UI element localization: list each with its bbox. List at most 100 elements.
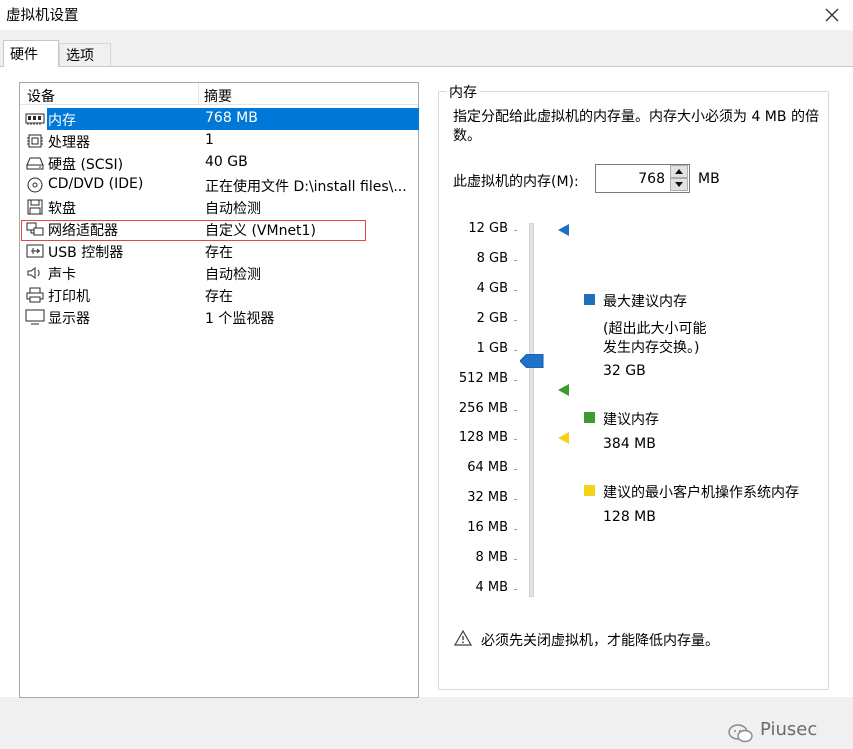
scale-tick-mark bbox=[514, 469, 517, 470]
memory-field-label: 此虚拟机的内存(M): bbox=[453, 174, 579, 190]
memory-description: 指定分配给此虚拟机的内存量。内存大小必须为 4 MB 的倍数。 bbox=[453, 109, 819, 144]
scale-tick-mark bbox=[514, 260, 517, 261]
printer-icon bbox=[25, 287, 45, 303]
device-summary: 768 MB bbox=[205, 110, 258, 126]
device-summary: 1 个监视器 bbox=[205, 311, 275, 327]
recommended-label: 建议内存 bbox=[603, 412, 659, 428]
device-list[interactable]: 设备 摘要 内存 768 MB 处理器 1 硬盘 (SCSI) 40 GB CD… bbox=[19, 82, 419, 698]
memory-group-title: 内存 bbox=[446, 82, 480, 102]
scale-tick-mark bbox=[514, 559, 517, 560]
scale-tick-mark bbox=[514, 320, 517, 321]
scale-tick-mark bbox=[514, 589, 517, 590]
tab-hardware[interactable]: 硬件 bbox=[3, 40, 59, 67]
device-summary: 存在 bbox=[205, 245, 233, 261]
scale-tick-label: 4 MB bbox=[475, 580, 508, 595]
tab-strip: 硬件 选项 bbox=[0, 40, 853, 67]
device-row-processor[interactable]: 处理器 1 bbox=[21, 130, 417, 152]
watermark-text: Piusec bbox=[760, 719, 818, 740]
display-icon bbox=[25, 309, 45, 325]
tab-options-label: 选项 bbox=[66, 48, 94, 64]
warning-text: 必须先关闭虚拟机，才能降低内存量。 bbox=[481, 633, 719, 649]
device-summary: 正在使用文件 D:\install files\... bbox=[205, 179, 407, 195]
memory-slider-track[interactable] bbox=[529, 223, 534, 597]
device-name: 打印机 bbox=[48, 289, 90, 305]
close-button[interactable] bbox=[821, 4, 843, 26]
spin-down-button[interactable] bbox=[670, 178, 688, 191]
device-summary: 自动检测 bbox=[205, 201, 261, 217]
column-header-device[interactable]: 设备 bbox=[27, 86, 55, 106]
scale-tick-label: 256 MB bbox=[458, 401, 508, 416]
sound-icon bbox=[25, 265, 45, 281]
scale-tick-label: 2 GB bbox=[476, 311, 508, 326]
caret-down-icon bbox=[675, 182, 683, 187]
scale-tick-mark bbox=[514, 439, 517, 440]
recommended-value: 384 MB bbox=[603, 436, 656, 452]
device-summary: 存在 bbox=[205, 289, 233, 305]
device-name: USB 控制器 bbox=[48, 245, 124, 261]
max-recommended-marker-icon bbox=[558, 224, 570, 240]
memory-input[interactable] bbox=[596, 165, 669, 192]
scale-tick-mark bbox=[514, 230, 517, 231]
wechat-watermark-icon bbox=[727, 723, 755, 749]
minimum-value: 128 MB bbox=[603, 509, 656, 525]
scale-tick-mark bbox=[514, 410, 517, 411]
device-name: 软盘 bbox=[48, 201, 76, 217]
device-row-cd-dvd[interactable]: CD/DVD (IDE) 正在使用文件 D:\install files\... bbox=[21, 174, 417, 196]
memory-slider-thumb[interactable] bbox=[519, 353, 544, 372]
device-name: 内存 bbox=[48, 113, 76, 129]
floppy-icon bbox=[25, 199, 45, 215]
list-header: 设备 摘要 bbox=[20, 83, 418, 105]
minimum-marker-icon bbox=[558, 432, 570, 448]
device-summary: 1 bbox=[205, 132, 214, 148]
warning-icon bbox=[453, 629, 473, 650]
cd-dvd-icon bbox=[25, 177, 45, 193]
max-recommended-note-line1: (超出此大小可能 bbox=[603, 321, 707, 337]
usb-icon bbox=[25, 243, 45, 259]
device-row-printer[interactable]: 打印机 存在 bbox=[21, 284, 417, 306]
memory-spinbox[interactable] bbox=[595, 164, 690, 193]
column-header-summary[interactable]: 摘要 bbox=[204, 86, 232, 106]
scale-tick-label: 8 MB bbox=[475, 550, 508, 565]
device-row-display[interactable]: 显示器 1 个监视器 bbox=[21, 306, 417, 328]
scale-tick-label: 512 MB bbox=[458, 371, 508, 386]
scale-tick-label: 8 GB bbox=[476, 251, 508, 266]
hardware-tab-panel: 设备 摘要 内存 768 MB 处理器 1 硬盘 (SCSI) 40 GB CD… bbox=[0, 66, 853, 743]
scale-tick-mark bbox=[514, 350, 517, 351]
device-summary: 40 GB bbox=[205, 154, 248, 170]
highlight-annotation-box bbox=[21, 220, 366, 241]
close-icon bbox=[825, 8, 839, 22]
scale-tick-mark bbox=[514, 499, 517, 500]
max-recommended-note-line2: 发生内存交换。) bbox=[603, 340, 700, 356]
scale-tick-label: 128 MB bbox=[458, 430, 508, 445]
device-name: 处理器 bbox=[48, 135, 90, 151]
device-row-usb-controller[interactable]: USB 控制器 存在 bbox=[21, 240, 417, 262]
memory-icon bbox=[25, 111, 45, 127]
device-name: 显示器 bbox=[48, 311, 90, 327]
device-row-hard-disk[interactable]: 硬盘 (SCSI) 40 GB bbox=[21, 152, 417, 174]
scale-tick-mark bbox=[514, 290, 517, 291]
column-divider[interactable] bbox=[198, 83, 199, 105]
tab-hardware-label: 硬件 bbox=[10, 47, 38, 63]
device-row-memory[interactable]: 内存 768 MB bbox=[21, 108, 419, 130]
spin-up-button[interactable] bbox=[670, 165, 688, 178]
tab-options[interactable]: 选项 bbox=[59, 43, 111, 66]
recommended-legend-icon bbox=[584, 412, 595, 423]
scale-tick-mark bbox=[514, 380, 517, 381]
device-row-floppy[interactable]: 软盘 自动检测 bbox=[21, 196, 417, 218]
device-name: 硬盘 (SCSI) bbox=[48, 157, 124, 173]
window-title: 虚拟机设置 bbox=[6, 8, 79, 24]
recommended-marker-icon bbox=[558, 384, 570, 400]
scale-tick-label: 4 GB bbox=[476, 281, 508, 296]
max-recommended-value: 32 GB bbox=[603, 363, 646, 379]
hard-disk-icon bbox=[25, 155, 45, 171]
caret-up-icon bbox=[675, 169, 683, 174]
scale-tick-label: 12 GB bbox=[468, 221, 508, 236]
device-summary: 自动检测 bbox=[205, 267, 261, 283]
device-row-sound-card[interactable]: 声卡 自动检测 bbox=[21, 262, 417, 284]
max-recommended-label: 最大建议内存 bbox=[603, 294, 687, 310]
processor-icon bbox=[25, 133, 45, 149]
scale-tick-label: 64 MB bbox=[467, 460, 508, 475]
scale-tick-label: 1 GB bbox=[476, 341, 508, 356]
device-name: 声卡 bbox=[48, 267, 76, 283]
scale-tick-mark bbox=[514, 529, 517, 530]
